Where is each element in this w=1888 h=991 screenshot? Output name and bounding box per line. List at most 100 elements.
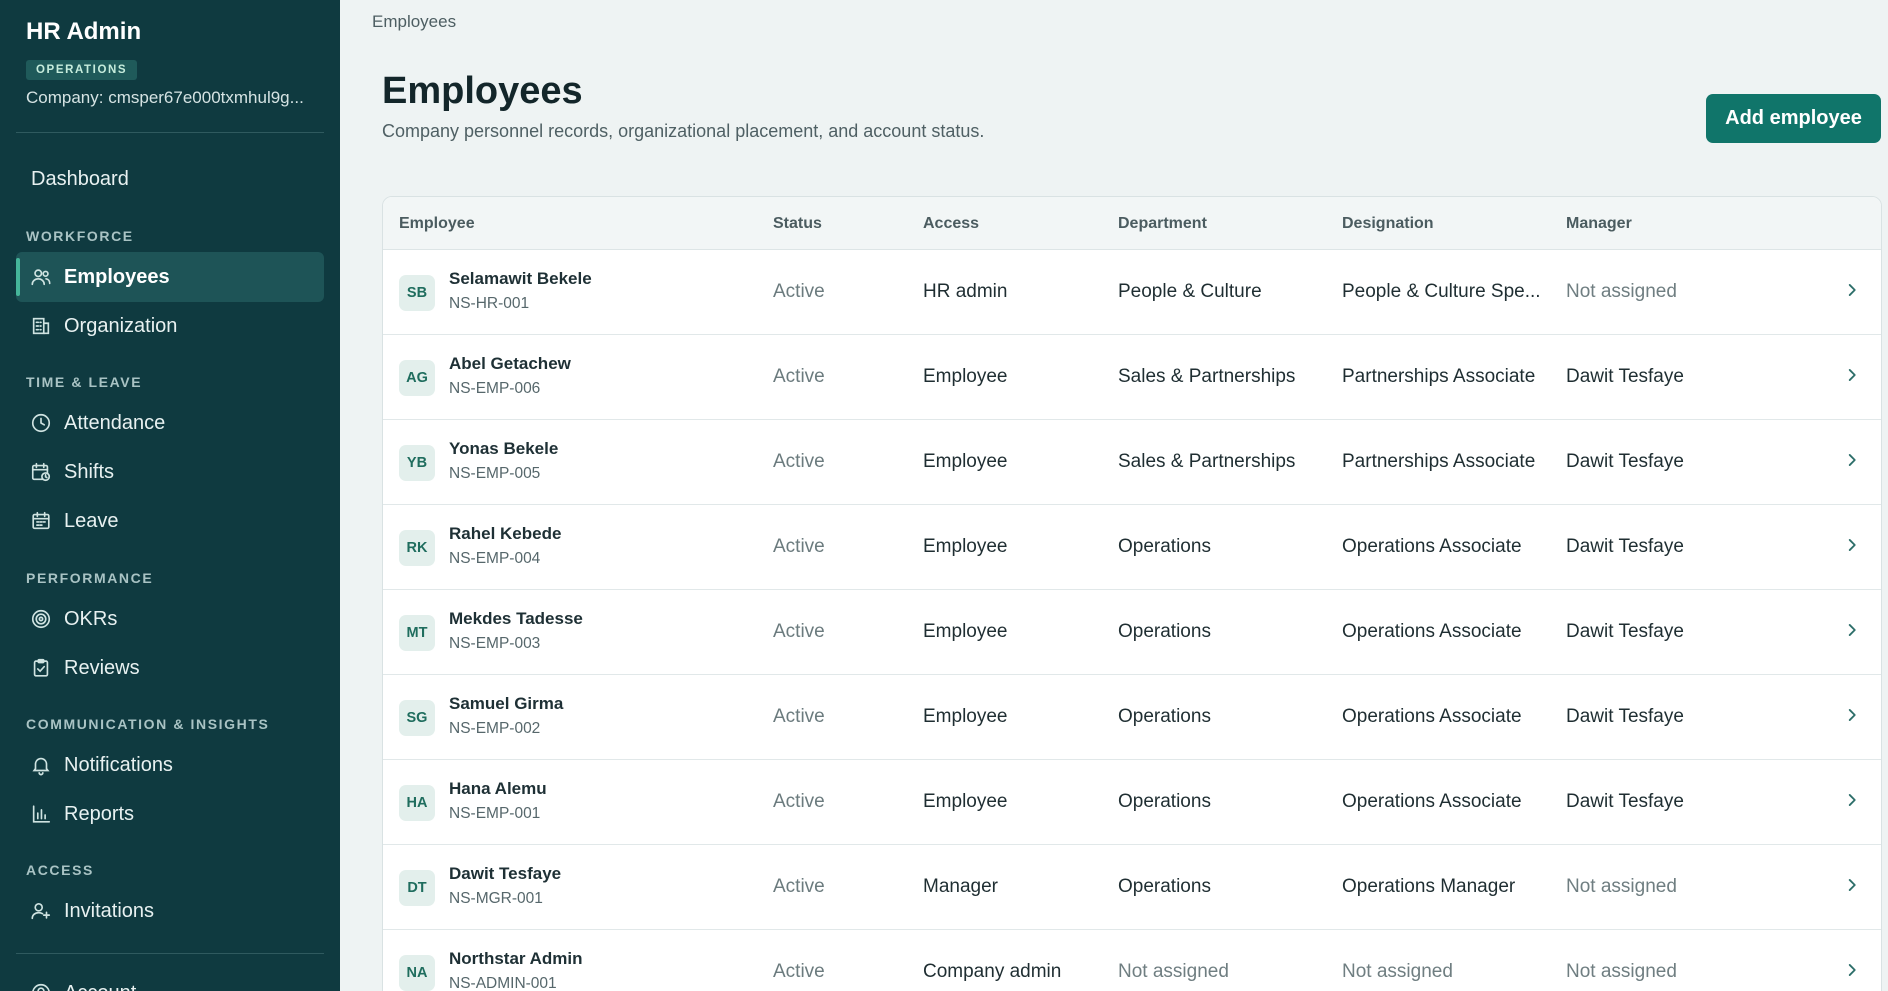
employee-name[interactable]: Samuel Girma [449,694,563,714]
chevron-right-icon[interactable] [1841,279,1863,301]
table-row[interactable]: DT Dawit Tesfaye NS-MGR-001 Active Manag… [383,845,1881,930]
status-cell: Active [773,961,825,982]
sidebar-item-invitations[interactable]: Invitations [16,886,324,936]
sidebar-item-reviews[interactable]: Reviews [16,643,324,693]
sidebar-item-leave[interactable]: Leave [16,496,324,546]
sidebar-item-employees[interactable]: Employees [16,252,324,302]
sidebar-item-label: Attendance [64,411,166,434]
column-header-status[interactable]: Status [773,215,822,233]
table-header: Employee Status Access Department Design… [383,197,1881,250]
employee-code: NS-EMP-002 [449,720,541,737]
section-label-performance: PERFORMANCE [26,570,154,586]
department-cell: Operations [1118,621,1211,642]
target-icon [30,608,52,630]
department-cell: Sales & Partnerships [1118,366,1296,387]
sidebar-item-attendance[interactable]: Attendance [16,398,324,448]
employee-code: NS-EMP-003 [449,635,541,652]
table-row[interactable]: HA Hana Alemu NS-EMP-001 Active Employee… [383,760,1881,845]
table-row[interactable]: AG Abel Getachew NS-EMP-006 Active Emplo… [383,335,1881,420]
access-cell: Employee [923,621,1008,642]
access-cell: Employee [923,536,1008,557]
section-label-access: ACCESS [26,862,94,878]
users-icon [30,266,52,288]
chevron-right-icon[interactable] [1841,364,1863,386]
employee-name[interactable]: Selamawit Bekele [449,269,592,289]
section-label-communication: COMMUNICATION & INSIGHTS [26,716,270,732]
sidebar-item-account[interactable]: Account [16,968,324,991]
sidebar-item-organization[interactable]: Organization [16,301,324,351]
role-badge: OPERATIONS [26,60,138,80]
employee-name[interactable]: Dawit Tesfaye [449,864,561,884]
avatar: SB [399,275,435,311]
bell-icon [30,754,52,776]
department-cell: Not assigned [1118,961,1229,982]
department-cell: Operations [1118,876,1211,897]
account-icon [30,982,52,991]
designation-cell: Operations Associate [1342,791,1522,812]
sidebar-divider [16,132,324,133]
employee-name[interactable]: Rahel Kebede [449,524,561,544]
department-cell: Operations [1118,536,1211,557]
breadcrumb: Employees [372,12,457,31]
table-row[interactable]: YB Yonas Bekele NS-EMP-005 Active Employ… [383,420,1881,505]
column-header-manager[interactable]: Manager [1566,215,1632,233]
table-row[interactable]: RK Rahel Kebede NS-EMP-004 Active Employ… [383,505,1881,590]
designation-cell: Operations Associate [1342,621,1522,642]
designation-cell: Operations Associate [1342,536,1522,557]
avatar: YB [399,445,435,481]
employee-name[interactable]: Northstar Admin [449,949,583,969]
add-employee-button[interactable]: Add employee [1706,94,1881,143]
sidebar-item-label: Employees [64,265,170,288]
sidebar-item-dashboard[interactable]: Dashboard [16,154,324,204]
employee-name[interactable]: Mekdes Tadesse [449,609,583,629]
sidebar-item-shifts[interactable]: Shifts [16,447,324,497]
employee-code: NS-EMP-001 [449,805,541,822]
manager-cell: Dawit Tesfaye [1566,366,1684,387]
chevron-right-icon[interactable] [1841,619,1863,641]
chevron-right-icon[interactable] [1841,534,1863,556]
table-row[interactable]: MT Mekdes Tadesse NS-EMP-003 Active Empl… [383,590,1881,675]
access-cell: Manager [923,876,998,897]
chevron-right-icon[interactable] [1841,874,1863,896]
column-header-department[interactable]: Department [1118,215,1207,233]
sidebar-item-reports[interactable]: Reports [16,789,324,839]
table-row[interactable]: NA Northstar Admin NS-ADMIN-001 Active C… [383,930,1881,991]
employee-code: NS-EMP-006 [449,380,541,397]
sidebar-item-label: Invitations [64,899,155,922]
access-cell: Employee [923,706,1008,727]
department-cell: Operations [1118,706,1211,727]
table-row[interactable]: SG Samuel Girma NS-EMP-002 Active Employ… [383,675,1881,760]
status-cell: Active [773,876,825,897]
chevron-right-icon[interactable] [1841,704,1863,726]
designation-cell: People & Culture Spe... [1342,281,1541,302]
calendar-clock-icon [30,461,52,483]
employee-code: NS-ADMIN-001 [449,975,557,991]
sidebar-item-label: Reports [64,802,135,825]
sidebar-item-label: Dashboard [31,167,129,190]
sidebar-item-okrs[interactable]: OKRs [16,594,324,644]
avatar: MT [399,615,435,651]
table-row[interactable]: SB Selamawit Bekele NS-HR-001 Active HR … [383,250,1881,335]
manager-cell: Dawit Tesfaye [1566,621,1684,642]
column-header-access[interactable]: Access [923,215,979,233]
avatar: DT [399,870,435,906]
manager-cell: Dawit Tesfaye [1566,451,1684,472]
access-cell: Employee [923,451,1008,472]
designation-cell: Partnerships Associate [1342,451,1536,472]
sidebar-item-notifications[interactable]: Notifications [16,740,324,790]
access-cell: Employee [923,366,1008,387]
column-header-designation[interactable]: Designation [1342,215,1434,233]
manager-cell: Dawit Tesfaye [1566,791,1684,812]
chevron-right-icon[interactable] [1841,789,1863,811]
status-cell: Active [773,621,825,642]
employee-name[interactable]: Yonas Bekele [449,439,558,459]
clock-icon [30,412,52,434]
chevron-right-icon[interactable] [1841,959,1863,981]
sidebar-item-label: Account [64,982,136,991]
sidebar-divider [16,953,324,954]
column-header-employee[interactable]: Employee [399,215,475,233]
chevron-right-icon[interactable] [1841,449,1863,471]
employee-name[interactable]: Hana Alemu [449,779,547,799]
company-label: Company: cmsper67e000txmhul9g... [26,88,304,107]
employee-name[interactable]: Abel Getachew [449,354,571,374]
